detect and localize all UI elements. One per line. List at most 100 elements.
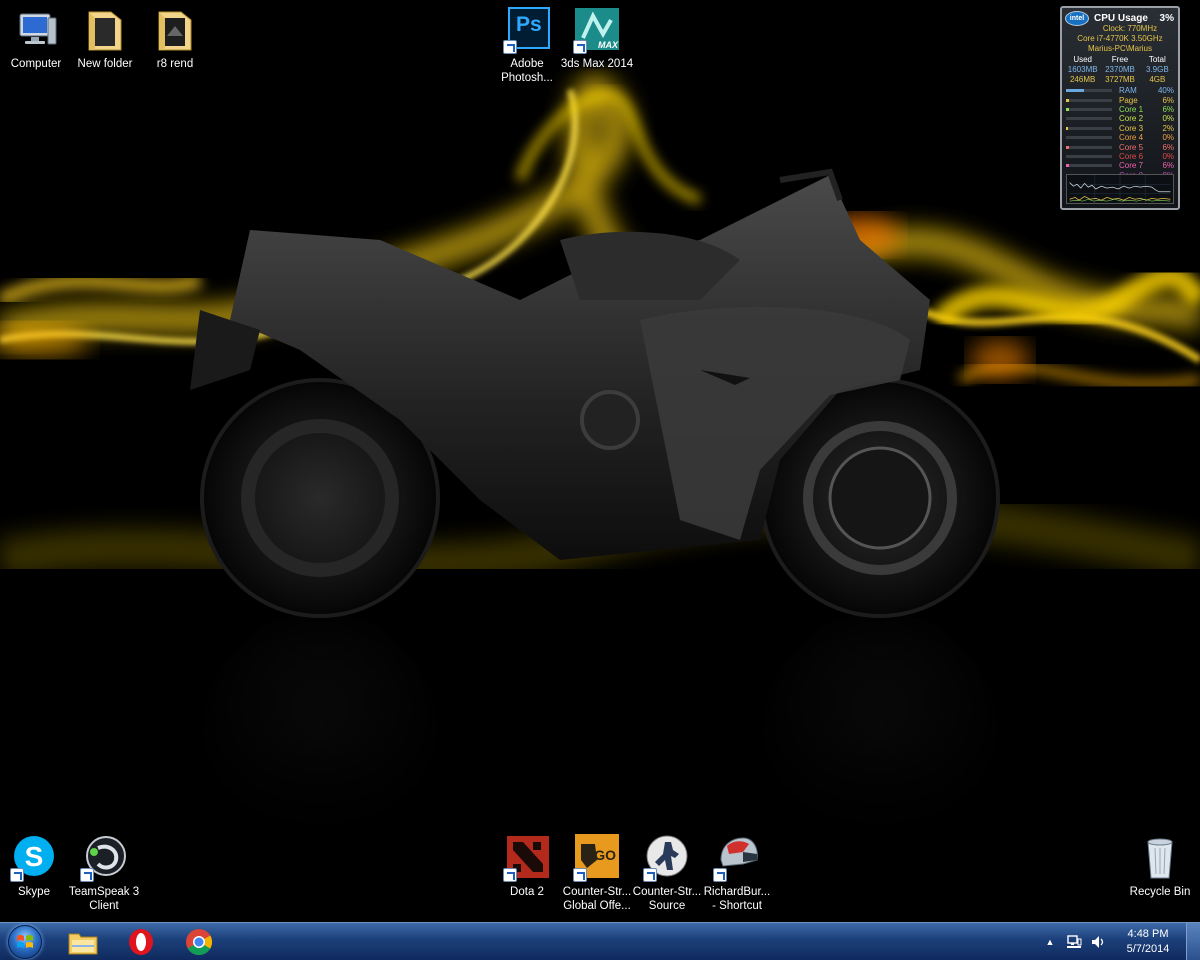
mem-header-total: Total [1148,55,1166,64]
clock-date: 5/7/2014 [1126,943,1170,955]
usage-row: Page 6% [1066,95,1174,105]
usage-bar-fill [1066,164,1069,168]
usage-row-name: Core 2 [1119,114,1144,124]
show-hidden-icons-button[interactable]: ▲ [1038,923,1062,960]
computer-icon [12,6,60,54]
usage-row: Core 4 0% [1066,133,1174,142]
desktop-icon-cs-source[interactable]: Counter-Str... Source [631,834,703,913]
usage-row-name: Core 6 [1119,151,1144,161]
usage-bar [1066,164,1112,168]
shortcut-arrow-icon [10,868,24,882]
teamspeak-icon [80,834,128,882]
desktop-icon-csgo[interactable]: GO Counter-Str... Global Offe... [561,834,633,913]
usage-bar [1066,126,1112,130]
file-explorer-icon [68,933,98,955]
usage-row-value: 0% [1162,133,1174,143]
folder-icon [151,6,199,54]
volume-tray-button[interactable] [1086,923,1110,960]
mem-ram-free: 2370MB [1105,65,1135,74]
usage-bar [1066,117,1112,121]
usage-bar [1066,154,1112,158]
desktop-icon-label: Computer [10,58,62,70]
speaker-icon [1092,936,1104,948]
usage-row: RAM 40% [1066,86,1174,95]
desktop-icon-label-line2: Client [89,900,119,912]
mem-page-total: 4GB [1149,75,1166,84]
desktop-icon-computer[interactable]: Computer [0,6,72,71]
motorcycle-reflection [200,610,1000,870]
cpu-percent: 3% [1159,13,1174,24]
recycle-bin-icon [1136,834,1184,882]
desktop-icon-new-folder[interactable]: New folder [69,6,141,71]
cpu-history-graph [1066,174,1174,204]
desktop-icon-dota2[interactable]: Dota 2 [491,834,563,899]
desktop-icon-adobe-photoshop[interactable]: Ps Adobe Photosh... [491,6,563,85]
mem-ram-total: 3.9GB [1145,65,1169,74]
desktop-icon-label-line2: Global Offe... [563,900,631,912]
usage-row-value: 0% [1162,114,1174,124]
usage-row: Core 1 6% [1066,105,1174,114]
usage-row-value: 40% [1157,86,1174,96]
cs-source-icon [643,834,691,882]
memory-table: Used Free Total 1603MB 2370MB 3.9GB 246M… [1062,55,1178,85]
usage-row-name: RAM [1119,86,1137,96]
usage-bar [1066,89,1112,93]
usage-bar [1066,136,1112,140]
3ds-max-icon: MAX [573,6,621,54]
mem-ram-used: 1603MB [1067,65,1098,74]
system-tray: ▲ 4:48 PM 5/7/2014 [1038,923,1200,960]
caret-up-icon: ▲ [1045,937,1055,947]
show-desktop-button[interactable] [1186,923,1200,960]
intel-logo-icon: intel [1065,11,1089,26]
csgo-icon-text: GO [594,847,616,863]
taskbar-button-explorer[interactable] [56,924,110,960]
desktop-icon-label-line1: RichardBur... [703,886,771,898]
csgo-icon: GO [573,834,621,882]
usage-row-value: 6% [1162,142,1174,152]
network-tray-button[interactable] [1062,923,1086,960]
3ds-max-icon-text: MAX [598,40,618,50]
usage-bar [1066,98,1112,102]
desktop-icon-label: New folder [77,58,133,70]
usage-bar-fill [1066,107,1069,111]
usage-row-name: Core 4 [1119,133,1144,143]
usage-row: Core 5 6% [1066,142,1174,152]
usage-row-name: Page [1119,95,1138,105]
mem-header-free: Free [1111,55,1129,64]
desktop-icon-r8-rend[interactable]: r8 rend [139,6,211,71]
usage-row: Core 2 0% [1066,114,1174,123]
desktop-icon-label-line2: Source [648,900,686,912]
usage-row-value: 6% [1162,104,1174,114]
shortcut-arrow-icon [503,868,517,882]
taskbar-button-chrome[interactable] [172,924,226,960]
mem-page-used: 246MB [1069,75,1096,84]
desktop-icon-skype[interactable]: S Skype [0,834,70,899]
usage-row-name: Core 7 [1119,161,1144,171]
taskbar: ▲ 4:48 PM 5/7/2014 [0,922,1200,960]
start-button[interactable] [4,924,46,960]
usage-row-value: 6% [1162,161,1174,171]
usage-row-name: Core 3 [1119,123,1144,133]
svg-text:S: S [25,841,44,872]
desktop-icon-label: r8 rend [156,58,194,70]
cpu-usage-gadget[interactable]: intel CPU Usage 3% Clock: 770MHz Core i7… [1060,6,1180,210]
desktop-icon-3ds-max[interactable]: MAX 3ds Max 2014 [561,6,633,71]
dota2-icon [503,834,551,882]
usage-row-name: Core 5 [1119,142,1144,152]
taskbar-clock[interactable]: 4:48 PM 5/7/2014 [1110,927,1186,957]
desktop-icon-recycle-bin[interactable]: Recycle Bin [1124,834,1196,899]
usage-bar-fill [1066,126,1068,130]
desktop-icon-label-line1: Skype [18,886,50,898]
desktop-icon-label-line1: TeamSpeak 3 [68,886,140,898]
usage-row-value: 2% [1162,123,1174,133]
usage-row: Core 3 2% [1066,124,1174,133]
shortcut-arrow-icon [503,40,517,54]
desktop-icon-richardburns[interactable]: RichardBur... - Shortcut [701,834,773,913]
gadget-title: CPU Usage [1094,13,1148,24]
usage-bar-fill [1066,145,1069,149]
taskbar-button-opera[interactable] [114,924,168,960]
desktop-icon-teamspeak[interactable]: TeamSpeak 3 Client [68,834,140,913]
shortcut-arrow-icon [643,868,657,882]
desktop-icon-label-line1: Adobe [510,58,544,70]
photoshop-icon-text: Ps [516,13,542,36]
